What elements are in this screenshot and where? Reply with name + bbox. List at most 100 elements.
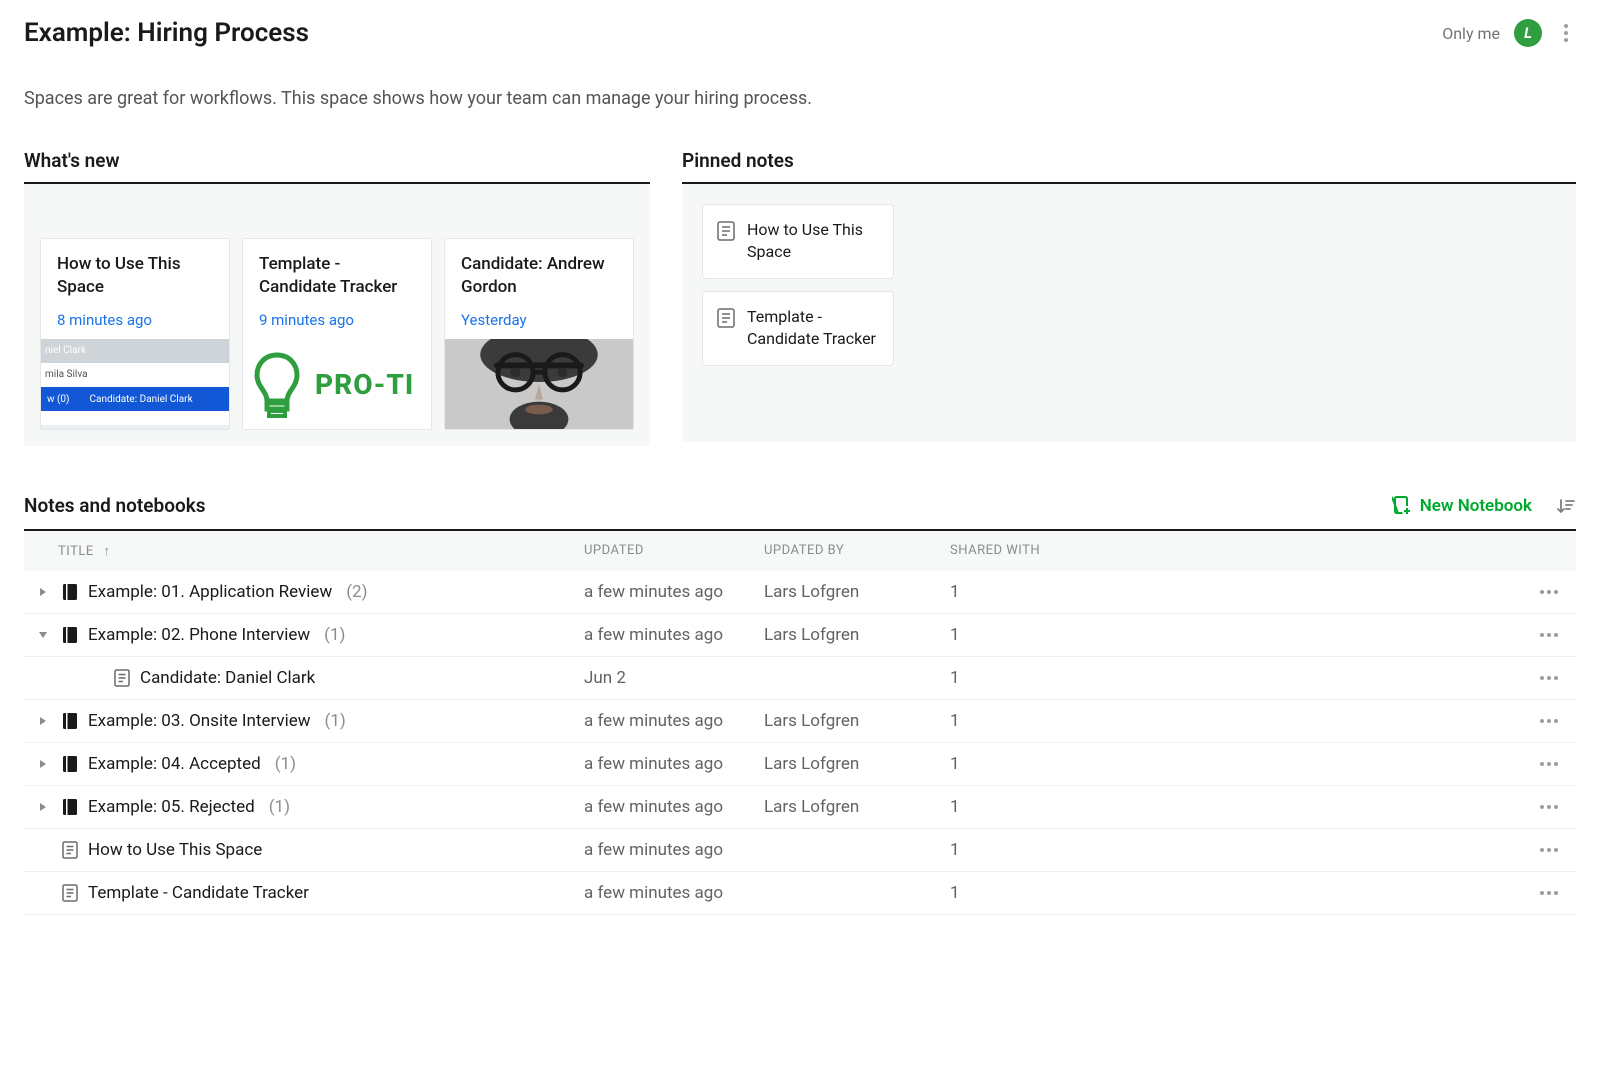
column-updated-header[interactable]: UPDATED	[584, 543, 764, 559]
whats-new-card[interactable]: Template - Candidate Tracker 9 minutes a…	[242, 238, 432, 430]
lightbulb-icon	[249, 349, 305, 419]
column-updatedby-header[interactable]: UPDATED BY	[764, 543, 950, 559]
row-updated: Jun 2	[584, 668, 764, 688]
notebook-add-icon	[1392, 496, 1412, 516]
card-preview: niel Clark mila Silva w (0) Candidate: D…	[41, 339, 229, 429]
avatar[interactable]: L	[1514, 19, 1542, 47]
share-label[interactable]: Only me	[1442, 24, 1500, 43]
note-icon	[717, 221, 735, 241]
pinned-note-title: How to Use This Space	[747, 219, 879, 264]
table-row[interactable]: How to Use This Spacea few minutes ago1	[24, 829, 1576, 872]
expand-toggle[interactable]	[34, 630, 52, 640]
row-updated: a few minutes ago	[584, 883, 764, 903]
expand-toggle[interactable]	[34, 587, 52, 597]
card-title: How to Use This Space	[57, 253, 213, 299]
row-count: (1)	[275, 754, 296, 774]
row-name: Template - Candidate Tracker	[88, 883, 309, 903]
row-more-icon[interactable]	[1540, 676, 1560, 680]
table-header: TITLE ↑ UPDATED UPDATED BY SHARED WITH	[24, 531, 1576, 571]
row-name: Example: 01. Application Review	[88, 582, 332, 602]
page-title: Example: Hiring Process	[24, 18, 309, 48]
note-icon	[62, 884, 78, 902]
whats-new-heading: What's new	[24, 149, 650, 184]
whats-new-card[interactable]: How to Use This Space 8 minutes ago niel…	[40, 238, 230, 430]
card-title: Template - Candidate Tracker	[259, 253, 415, 299]
row-shared-with: 1	[950, 840, 1524, 860]
table-row[interactable]: Example: 02. Phone Interview (1)a few mi…	[24, 614, 1576, 657]
card-preview: PRO-TI	[243, 339, 431, 429]
space-description: Spaces are great for workflows. This spa…	[24, 88, 1576, 109]
chevron-right-icon	[38, 587, 48, 597]
row-updated: a few minutes ago	[584, 754, 764, 774]
note-icon	[717, 308, 735, 328]
pinned-panel: How to Use This Space Template - Candida…	[682, 184, 1576, 442]
row-more-icon[interactable]	[1540, 633, 1560, 637]
chevron-down-icon	[38, 630, 48, 640]
row-updated: a few minutes ago	[584, 711, 764, 731]
sort-icon[interactable]	[1556, 496, 1576, 516]
row-count: (2)	[346, 582, 367, 602]
row-shared-with: 1	[950, 668, 1524, 688]
row-more-icon[interactable]	[1540, 719, 1560, 723]
column-title-header[interactable]: TITLE ↑	[24, 543, 584, 559]
row-updated: a few minutes ago	[584, 797, 764, 817]
row-updated-by: Lars Lofgren	[764, 625, 950, 645]
table-row[interactable]: Example: 05. Rejected (1) a few minutes a…	[24, 786, 1576, 829]
row-shared-with: 1	[950, 883, 1524, 903]
table-row[interactable]: Example: 04. Accepted (1) a few minutes a…	[24, 743, 1576, 786]
column-sharedwith-header[interactable]: SHARED WITH	[950, 543, 1524, 559]
row-more-icon[interactable]	[1540, 590, 1560, 594]
new-notebook-button[interactable]: New Notebook	[1392, 496, 1532, 516]
chevron-right-icon	[38, 802, 48, 812]
row-updated: a few minutes ago	[584, 582, 764, 602]
card-preview	[445, 339, 633, 429]
row-shared-with: 1	[950, 797, 1524, 817]
row-name: Example: 04. Accepted	[88, 754, 261, 774]
pinned-note-title: Template - Candidate Tracker	[747, 306, 879, 351]
row-more-icon[interactable]	[1540, 848, 1560, 852]
pinned-heading: Pinned notes	[682, 149, 1576, 184]
table-row[interactable]: Candidate: Daniel Clark Jun 2 1	[24, 657, 1576, 700]
notebook-icon	[62, 798, 78, 816]
pinned-note[interactable]: Template - Candidate Tracker	[702, 291, 894, 366]
expand-toggle[interactable]	[34, 759, 52, 769]
new-notebook-label: New Notebook	[1420, 496, 1532, 516]
more-menu-icon[interactable]	[1556, 24, 1576, 42]
avatar-initial: L	[1524, 24, 1532, 42]
row-more-icon[interactable]	[1540, 762, 1560, 766]
table-row[interactable]: Template - Candidate Tracker a few minute…	[24, 872, 1576, 915]
row-more-icon[interactable]	[1540, 805, 1560, 809]
row-updated-by: Lars Lofgren	[764, 754, 950, 774]
row-shared-with: 1	[950, 711, 1524, 731]
table-row[interactable]: Example: 03. Onsite Interview (1) a few m…	[24, 700, 1576, 743]
row-name: Example: 03. Onsite Interview	[88, 711, 311, 731]
notebook-icon	[62, 712, 78, 730]
card-title: Candidate: Andrew Gordon	[461, 253, 617, 299]
note-icon	[62, 841, 78, 859]
face-photo-placeholder	[445, 339, 633, 429]
table-row[interactable]: Example: 01. Application Review (2) a few…	[24, 571, 1576, 614]
expand-toggle[interactable]	[34, 716, 52, 726]
row-updated-by: Lars Lofgren	[764, 582, 950, 602]
notebook-icon	[62, 626, 78, 644]
chevron-right-icon	[38, 716, 48, 726]
row-name: Example: 05. Rejected	[88, 797, 255, 817]
card-timestamp: 8 minutes ago	[57, 311, 213, 329]
notes-heading: Notes and notebooks	[24, 494, 206, 517]
row-more-icon[interactable]	[1540, 891, 1560, 895]
chevron-right-icon	[38, 759, 48, 769]
row-updated: a few minutes ago	[584, 625, 764, 645]
row-name: Candidate: Daniel Clark	[140, 668, 315, 688]
whats-new-card[interactable]: Candidate: Andrew Gordon Yesterday	[444, 238, 634, 430]
pinned-note[interactable]: How to Use This Space	[702, 204, 894, 279]
row-count: (1)	[324, 625, 345, 645]
expand-toggle[interactable]	[34, 802, 52, 812]
row-name: How to Use This Space	[88, 840, 262, 860]
notebook-icon	[62, 583, 78, 601]
row-shared-with: 1	[950, 625, 1524, 645]
row-updated-by: Lars Lofgren	[764, 711, 950, 731]
row-count: (1)	[325, 711, 346, 731]
row-count: (1)	[269, 797, 290, 817]
whats-new-panel: How to Use This Space 8 minutes ago niel…	[24, 184, 650, 446]
card-timestamp: Yesterday	[461, 311, 617, 329]
